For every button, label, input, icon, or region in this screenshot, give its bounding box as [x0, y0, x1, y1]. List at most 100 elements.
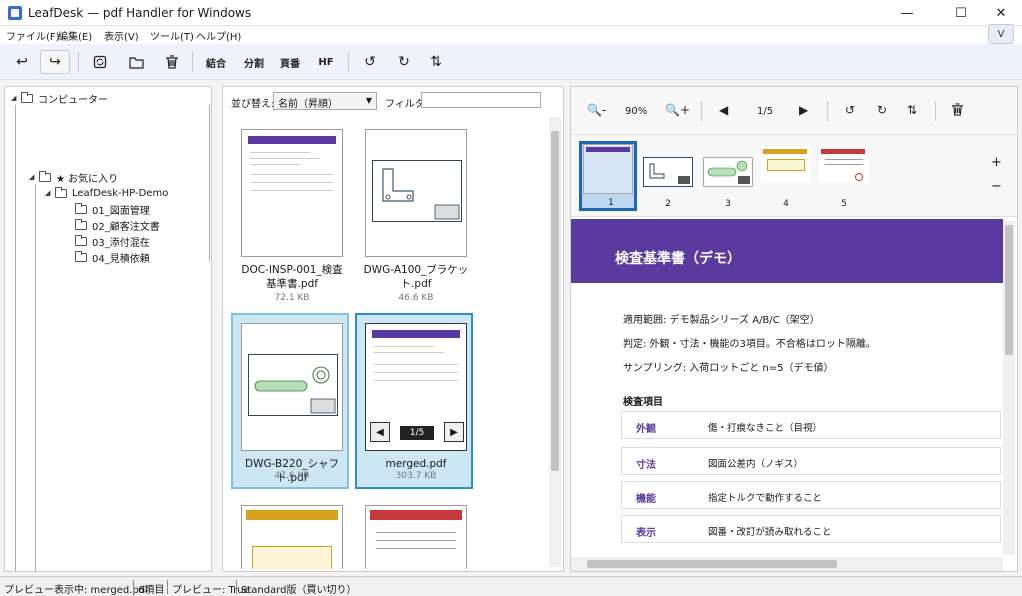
strip-page-4[interactable]: 4	[757, 141, 815, 211]
strip-page-5[interactable]: 5	[815, 141, 873, 211]
merge-button[interactable]: 結合	[200, 50, 232, 74]
minimize-button[interactable]: —	[884, 0, 930, 26]
file-card-merged[interactable]: ◀ 1/5 ▶ merged.pdf 303.7 KB	[355, 313, 473, 489]
page-text-line: 適用範囲: デモ製品シリーズ A/B/C（架空）	[623, 315, 820, 326]
thumb-box	[252, 546, 332, 569]
thumb-line	[825, 164, 863, 165]
redo-icon[interactable]: ↪	[40, 50, 70, 74]
strip-page-1[interactable]: 1	[579, 141, 637, 211]
tree-item-folder-04[interactable]: 04_見積依頼	[75, 250, 150, 265]
file-card-dwg-a100[interactable]: DWG-A100_ブラケッ ト.pdf 46.6 KB	[355, 119, 473, 303]
page-number-button[interactable]: 頁番	[274, 50, 306, 74]
file-name-wrap: ト.pdf	[400, 278, 432, 290]
status-separator	[236, 580, 237, 594]
filter-input[interactable]	[421, 92, 541, 108]
undo-icon[interactable]: ↩	[8, 50, 36, 74]
folder-open-icon[interactable]	[124, 50, 148, 74]
file-card-dwg-b220[interactable]: DWG-B220_シャフト.pdf 47.6 KB	[231, 313, 349, 489]
header-footer-button[interactable]: HF	[312, 50, 340, 74]
thumb-line	[376, 540, 456, 541]
trash-icon[interactable]	[160, 50, 184, 74]
menu-view[interactable]: 表示(V)	[104, 28, 139, 43]
file-thumbnail	[241, 129, 343, 257]
scrollbar-thumb[interactable]	[587, 560, 837, 568]
tree-item-label: ★ お気に入り	[56, 173, 119, 185]
page-title: 検査基準書（デモ）	[615, 251, 741, 267]
folder-icon	[75, 218, 87, 230]
inspection-key: 寸法	[636, 460, 656, 471]
file-card-partial[interactable]	[231, 495, 349, 571]
file-thumbnail: ◀ 1/5 ▶	[365, 323, 467, 451]
toolbar-separator	[827, 101, 828, 121]
preview-horizontal-scrollbar[interactable]	[571, 557, 1003, 571]
refresh-icon[interactable]	[88, 50, 112, 74]
strip-zoom-out-button[interactable]: −	[991, 179, 1002, 194]
thumb-line	[374, 346, 434, 347]
toolbar-separator	[935, 101, 936, 121]
inspection-value: 図番・改訂が読み取れること	[708, 527, 832, 538]
prev-page-icon[interactable]: ◀	[719, 103, 728, 117]
scrollbar-thumb[interactable]	[1005, 225, 1013, 355]
thumb-prev-button[interactable]: ◀	[370, 422, 390, 442]
menu-edit[interactable]: 編集(E)	[58, 28, 92, 43]
rotate-left-icon[interactable]: ↺	[845, 103, 855, 117]
page-banner: 検査基準書（デモ）	[571, 219, 1003, 283]
inspection-key: 外観	[636, 424, 656, 435]
tree-item-folder-01[interactable]: 01_図面管理	[75, 202, 150, 217]
tree-item-label: 04_見積依頼	[92, 253, 150, 265]
zoom-out-icon[interactable]: 🔍-	[587, 103, 606, 117]
rotate-right-icon[interactable]: ↻	[877, 103, 887, 117]
preview-vertical-scrollbar[interactable]	[1003, 221, 1015, 555]
toolbar-separator	[78, 52, 79, 72]
tree-item-computer[interactable]: ◢ コンピューター	[11, 91, 108, 106]
file-size: 47.6 KB	[274, 471, 310, 481]
tree-item-demo[interactable]: ◢ LeafDesk-HP-Demo	[45, 186, 168, 200]
flip-icon[interactable]: ⇅	[424, 50, 448, 74]
expand-triangle-icon[interactable]: ◢	[45, 189, 55, 197]
trash-icon[interactable]	[951, 103, 964, 119]
menu-chevron-button[interactable]: V	[988, 24, 1014, 44]
rotate-right-icon[interactable]: ↻	[392, 50, 416, 74]
thumb-line	[250, 182, 334, 183]
rotate-left-icon[interactable]: ↺	[358, 50, 382, 74]
thumb-next-button[interactable]: ▶	[444, 422, 464, 442]
menu-help[interactable]: ヘルプ(H)	[196, 28, 241, 43]
zoom-in-icon[interactable]: 🔍+	[665, 103, 690, 117]
tree-item-favorites[interactable]: ◢ ★ お気に入り	[29, 170, 119, 185]
strip-page-3[interactable]: 3	[699, 141, 757, 211]
expand-triangle-icon[interactable]: ◢	[29, 173, 39, 181]
thumb-header-bar	[246, 510, 338, 520]
tree-item-label: 03_添付混在	[92, 237, 150, 249]
expand-triangle-icon[interactable]: ◢	[11, 94, 21, 102]
tree-item-folder-03[interactable]: 03_添付混在	[75, 234, 150, 249]
zoom-level: 90%	[625, 106, 648, 117]
menu-tools[interactable]: ツール(T)	[150, 28, 194, 43]
scrollbar-thumb[interactable]	[551, 131, 559, 471]
tree-item-label: 01_図面管理	[92, 205, 150, 217]
file-card-doc-insp[interactable]: DOC-INSP-001_検査 基準書.pdf 72.1 KB	[231, 119, 349, 303]
file-card-partial[interactable]	[355, 495, 473, 571]
status-count: 6項目	[138, 585, 165, 596]
strip-page-2[interactable]: 2	[639, 141, 697, 211]
tree-guide-line	[209, 105, 210, 261]
tree-guide-line	[15, 105, 16, 571]
inspection-value: 指定トルクで動作すること	[708, 493, 823, 504]
tree-item-folder-02[interactable]: 02_顧客注文書	[75, 218, 160, 233]
strip-page-number: 3	[725, 199, 731, 209]
close-button[interactable]: ✕	[978, 0, 1022, 26]
file-name-wrap: 基準書.pdf	[266, 278, 318, 290]
sort-select[interactable]: 名前（昇順） ▼	[273, 92, 377, 110]
menu-file[interactable]: ファイル(F)	[6, 28, 60, 43]
strip-zoom-in-button[interactable]: +	[991, 155, 1002, 170]
file-thumbnail	[241, 505, 343, 569]
section-title: 検査項目	[623, 397, 663, 408]
list-scrollbar[interactable]	[549, 117, 561, 567]
file-size: 303.7 KB	[395, 471, 437, 481]
strip-page-image	[643, 157, 693, 187]
tree-item-label: LeafDesk-HP-Demo	[72, 187, 169, 199]
toolbar-separator	[348, 52, 349, 72]
flip-icon[interactable]: ⇅	[907, 103, 917, 117]
thumb-box	[767, 159, 805, 171]
split-button[interactable]: 分割	[238, 50, 270, 74]
next-page-icon[interactable]: ▶	[799, 103, 808, 117]
